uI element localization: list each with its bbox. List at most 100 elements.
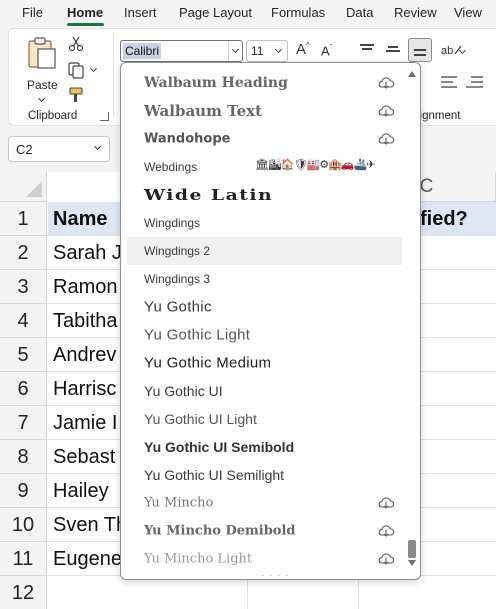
row-header[interactable]: 5 [0, 338, 47, 372]
copy-icon[interactable] [67, 61, 85, 79]
cloud-download-icon [378, 77, 395, 89]
font-option-wide-latin[interactable]: Wide Latin [127, 181, 402, 209]
cell-a3[interactable]: Ramon [53, 270, 121, 304]
font-name-value[interactable]: Calibri [123, 43, 162, 59]
font-option-webdings[interactable]: Webdings 🏛🏙🏠🛡🏭⚙🏨🚗🚢✈ [127, 153, 402, 181]
cell-a8[interactable]: Sebast [53, 440, 121, 474]
cell-a2[interactable]: Sarah J [53, 236, 121, 270]
align-line [386, 50, 400, 52]
font-size-combobox[interactable]: 11 [246, 40, 288, 62]
font-option-yu-gothic-ui[interactable]: Yu Gothic UI [127, 377, 402, 405]
font-option-walbaum-text[interactable]: Walbaum Text [127, 97, 402, 125]
decrease-font-size-icon[interactable]: Aˇ [321, 44, 332, 58]
tab-insert[interactable]: Insert [124, 5, 157, 20]
row-header[interactable]: 2 [0, 236, 47, 270]
menu-bar: File Home Insert Page Layout Formulas Da… [0, 0, 496, 26]
row-header[interactable]: 3 [0, 270, 47, 304]
select-all-corner[interactable] [0, 172, 47, 202]
alignment-group-label: lignment [417, 110, 461, 122]
webdings-preview-glyphs: 🏛🏙🏠🛡🏭⚙🏨🚗🚢✈ [255, 159, 375, 171]
row-header[interactable]: 4 [0, 304, 47, 338]
indent-icon[interactable] [465, 74, 485, 90]
tab-data[interactable]: Data [346, 5, 373, 20]
font-name-dropdown-button[interactable] [228, 41, 242, 61]
wrap-text-icon[interactable] [440, 74, 460, 90]
cut-icon[interactable] [68, 36, 84, 52]
cell-a7[interactable]: Jamie I [53, 406, 121, 440]
font-list-scrollbar[interactable] [403, 63, 420, 579]
row-header[interactable]: 10 [0, 508, 47, 542]
clipboard-dialog-launcher-icon[interactable] [100, 112, 109, 121]
increase-font-size-icon[interactable]: A^ [296, 42, 310, 58]
cell-a10[interactable]: Sven Th [53, 508, 121, 542]
row-header[interactable]: 8 [0, 440, 47, 474]
tab-file[interactable]: File [22, 5, 43, 20]
cell-a5[interactable]: Andrev [53, 338, 121, 372]
cell-a11[interactable]: Eugene [53, 542, 121, 576]
name-box[interactable]: C2 [8, 136, 110, 162]
font-option-label: Yu Gothic UI [144, 383, 223, 399]
paste-icon [28, 37, 56, 69]
align-middle-icon[interactable] [386, 42, 402, 56]
font-list-dropdown[interactable]: Walbaum Heading Walbaum Text Wandohope W… [120, 62, 421, 580]
clipboard-group-label: Clipboard [28, 110, 78, 122]
tab-view[interactable]: View [454, 5, 482, 20]
font-option-wingdings-3[interactable]: Wingdings 3 [127, 265, 402, 293]
row-header[interactable]: 9 [0, 474, 47, 508]
row-header[interactable]: 11 [0, 542, 47, 576]
format-painter-icon[interactable] [67, 86, 85, 104]
font-option-yu-mincho[interactable]: Yu Mincho [127, 489, 402, 517]
align-line [360, 44, 374, 46]
row-header[interactable]: 1 [0, 202, 47, 236]
tab-formulas[interactable]: Formulas [271, 5, 325, 20]
cell-a1[interactable]: Name [53, 202, 121, 236]
cell-a6[interactable]: Harrisc [53, 372, 121, 406]
tab-review[interactable]: Review [394, 5, 437, 20]
font-option-yu-gothic[interactable]: Yu Gothic [127, 293, 402, 321]
font-option-label: Wandohope [144, 131, 231, 147]
chevron-down-icon[interactable] [274, 45, 283, 54]
scroll-up-arrow-icon[interactable] [408, 71, 416, 77]
font-option-label: Yu Gothic [144, 298, 212, 316]
cloud-download-icon [378, 497, 395, 509]
font-option-yu-gothic-ui-semibold[interactable]: Yu Gothic UI Semibold [127, 433, 402, 461]
font-option-label: Yu Mincho [144, 495, 214, 511]
row-header[interactable]: 6 [0, 372, 47, 406]
font-option-yu-gothic-medium[interactable]: Yu Gothic Medium [127, 349, 402, 377]
font-option-wingdings[interactable]: Wingdings [127, 209, 402, 237]
font-option-label: Wingdings 3 [144, 272, 211, 286]
font-option-label: Webdings [144, 160, 198, 174]
chevron-down-icon [231, 45, 240, 54]
row-header[interactable]: 12 [0, 576, 47, 609]
align-bottom-button[interactable] [408, 38, 432, 62]
font-option-label: Yu Mincho Light [144, 551, 253, 567]
font-option-wandohope[interactable]: Wandohope [127, 125, 402, 153]
font-option-yu-gothic-ui-light[interactable]: Yu Gothic UI Light [127, 405, 402, 433]
font-option-yu-gothic-ui-semilight[interactable]: Yu Gothic UI Semilight [127, 461, 402, 489]
cell-a9[interactable]: Hailey [53, 474, 121, 508]
align-top-icon[interactable] [360, 42, 376, 56]
paste-button[interactable]: Paste [22, 34, 62, 106]
resize-grip-icon[interactable]: · · · · [261, 570, 290, 579]
font-option-walbaum-heading[interactable]: Walbaum Heading [127, 69, 402, 97]
cloud-download-icon [378, 133, 395, 145]
scrollbar-thumb[interactable] [408, 540, 416, 558]
tab-home[interactable]: Home [67, 5, 103, 20]
font-size-value[interactable]: 11 [251, 44, 263, 58]
font-option-label: Walbaum Text [144, 102, 263, 120]
paste-label: Paste [27, 78, 58, 92]
chevron-down-icon[interactable] [93, 142, 102, 151]
cell-a4[interactable]: Tabitha [53, 304, 121, 338]
font-option-label: Yu Gothic Light [144, 326, 251, 344]
font-option-yu-gothic-light[interactable]: Yu Gothic Light [127, 321, 402, 349]
font-option-yu-mincho-demibold[interactable]: Yu Mincho Demibold [127, 517, 402, 545]
tab-page-layout[interactable]: Page Layout [179, 5, 252, 20]
font-option-wingdings-2[interactable]: Wingdings 2 [127, 237, 402, 265]
scroll-down-arrow-icon[interactable] [408, 560, 416, 566]
row-header[interactable]: 7 [0, 406, 47, 440]
cloud-download-icon [378, 553, 395, 565]
font-option-label: Walbaum Heading [144, 75, 288, 91]
font-name-combobox[interactable]: Calibri [120, 40, 243, 62]
font-option-yu-mincho-light[interactable]: Yu Mincho Light [127, 545, 402, 573]
cell-c1[interactable]: fied? [420, 202, 496, 236]
